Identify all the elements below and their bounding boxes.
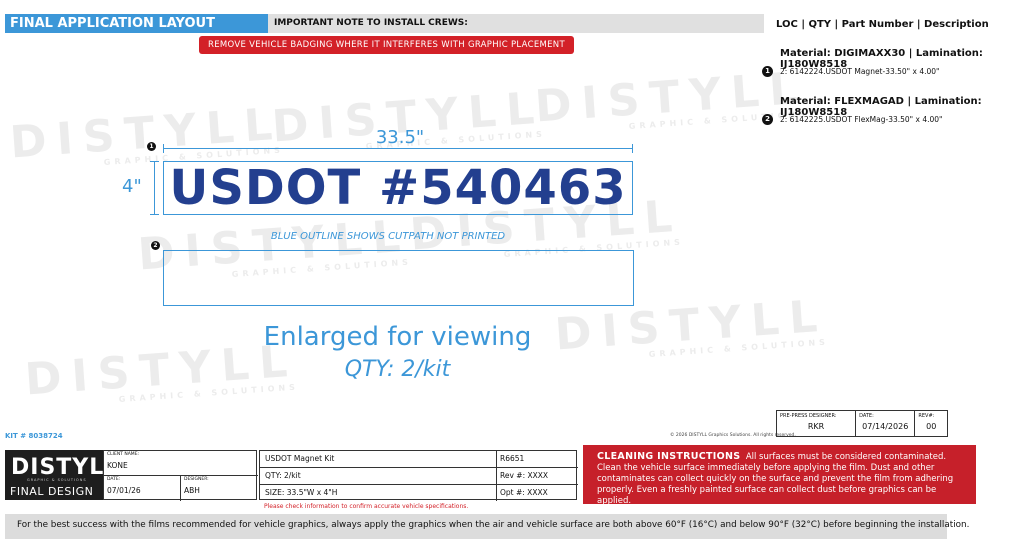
- badging-warning-banner: REMOVE VEHICLE BADGING WHERE IT INTERFER…: [199, 36, 574, 54]
- height-dimension-tick: [150, 214, 159, 215]
- job-qty: QTY: 2/kit: [265, 471, 301, 480]
- page-title: FINAL APPLICATION LAYOUT: [5, 14, 268, 33]
- width-dimension-tick: [163, 144, 164, 153]
- part-1-description: 2: 6142224.USDOT Magnet-33.50" x 4.00": [780, 67, 940, 76]
- final-design-label: FINAL DESIGN: [10, 485, 94, 498]
- quantity-note: QTY: 2/kit: [344, 357, 451, 382]
- distyll-logo: DISTYLL GRAPHIC & SOLUTIONS FINAL DESIGN: [5, 450, 118, 500]
- flexmag-graphic-outline: [163, 250, 634, 306]
- prepress-date: 07/14/2026: [862, 422, 909, 431]
- loc-1-graphic-marker: 1: [147, 142, 156, 151]
- prepress-info-table: PRE-PRESS DESIGNER: RKR DATE: 07/14/2026…: [776, 410, 948, 437]
- height-dimension-line: [154, 161, 155, 215]
- job-rev: Rev #: XXXX: [500, 471, 549, 480]
- prepress-designer-cell: PRE-PRESS DESIGNER: RKR: [777, 411, 857, 436]
- width-dimension-tick: [632, 144, 633, 153]
- height-dimension-tick: [150, 161, 159, 162]
- width-dimension-line: [163, 148, 633, 149]
- prepress-rev-cell: REV#: 00: [915, 411, 947, 436]
- cleaning-title: CLEANING INSTRUCTIONS: [597, 451, 741, 462]
- job-info-table: USDOT Magnet Kit R6651 QTY: 2/kit Rev #:…: [259, 450, 578, 501]
- usdot-magnet-graphic: USDOT #540463: [163, 160, 633, 216]
- logo-tagline: GRAPHIC & SOLUTIONS: [27, 478, 87, 482]
- prepress-date-cell: DATE: 07/14/2026: [856, 411, 916, 436]
- height-dimension: 4": [122, 176, 142, 197]
- enlarged-note: Enlarged for viewing: [263, 322, 532, 352]
- usdot-number-text: USDOT #540463: [169, 160, 627, 216]
- job-name: USDOT Magnet Kit: [265, 454, 335, 463]
- cleaning-instructions: CLEANING INSTRUCTIONS All surfaces must …: [583, 445, 976, 506]
- client-designer: ABH: [184, 486, 200, 495]
- prepress-rev: 00: [926, 422, 937, 431]
- check-info-note: Please check information to confirm accu…: [264, 503, 469, 510]
- cutpath-note: BLUE OUTLINE SHOWS CUTPATH NOT PRINTED: [270, 231, 506, 242]
- job-number: R6651: [500, 454, 525, 463]
- parts-table-header: LOC | QTY | Part Number | Description: [776, 19, 989, 30]
- install-note-header: IMPORTANT NOTE TO INSTALL CREWS:: [268, 14, 764, 33]
- part-2-description: 2: 6142225.USDOT FlexMag-33.50" x 4.00": [780, 115, 943, 124]
- prepress-designer: RKR: [807, 422, 825, 431]
- installation-temperature-note: For the best success with the films reco…: [5, 514, 969, 539]
- width-dimension: 33.5": [375, 127, 425, 148]
- loc-2-marker: 2: [762, 114, 773, 125]
- job-opt: Opt #: XXXX: [500, 488, 548, 497]
- job-size: SIZE: 33.5"W x 4"H: [265, 488, 338, 497]
- client-name: KONE: [107, 461, 128, 470]
- client-info-table: CLIENT NAME: KONE DATE: 07/01/26 DESIGNE…: [103, 450, 258, 501]
- client-date: 07/01/26: [107, 486, 141, 495]
- loc-1-marker: 1: [762, 66, 773, 77]
- loc-2-graphic-marker: 2: [151, 241, 160, 250]
- kit-number: KIT # 8038724: [5, 432, 63, 440]
